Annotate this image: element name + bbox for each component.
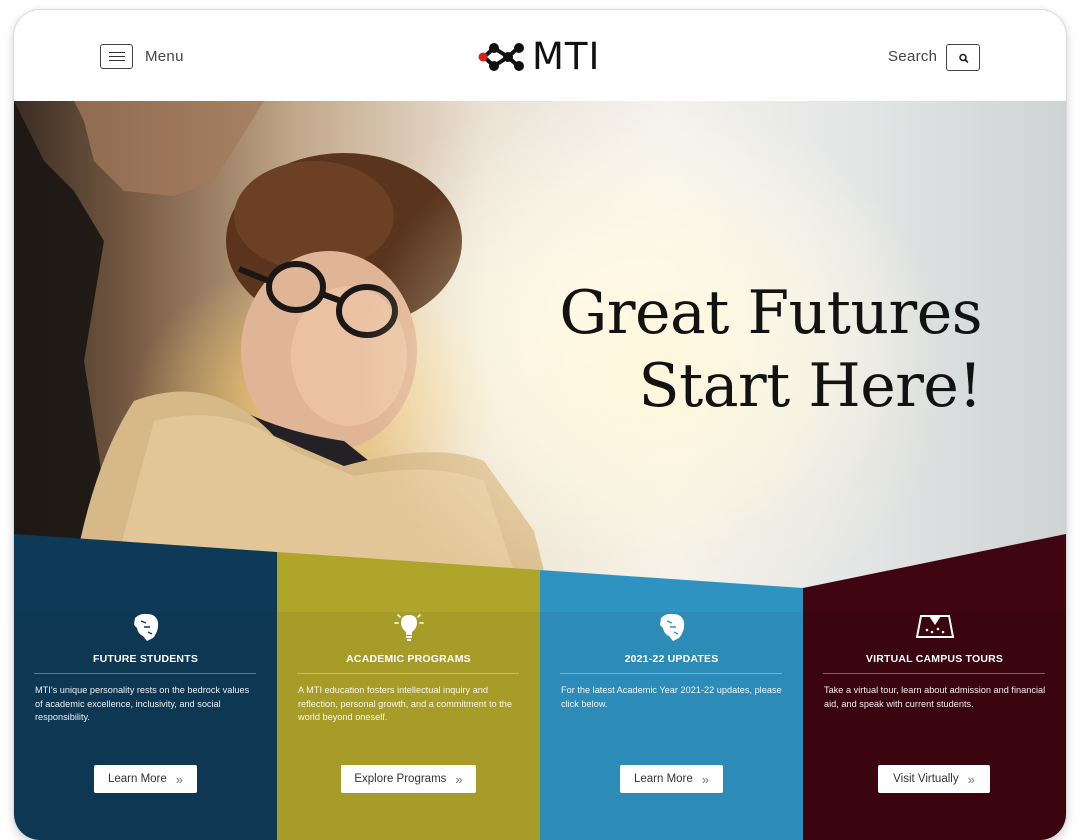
hamburger-line	[109, 56, 125, 57]
button-label: Learn More	[107, 773, 167, 785]
button-label: Learn More	[633, 773, 693, 785]
card-description: Take a virtual tour, learn about admissi…	[824, 685, 1046, 709]
page-frame: Menu MTI Search Great Futures Start Here…	[14, 10, 1066, 840]
learn-more-button[interactable]: Learn More »	[94, 765, 197, 793]
card-divider	[34, 673, 256, 674]
card-divider	[560, 673, 782, 674]
lion-head-icon	[659, 613, 684, 641]
card-divider	[297, 673, 519, 674]
lightbulb-icon	[393, 614, 424, 641]
button-label: Explore Programs	[354, 773, 447, 785]
double-chevron-right-icon: »	[701, 771, 710, 787]
card-title: ACADEMIC PROGRAMS	[346, 653, 471, 665]
card-divider	[823, 673, 1045, 674]
card-updates: 2021-22 UPDATES For the latest Academic …	[540, 530, 803, 840]
hero-title-line: Start Here!	[638, 351, 983, 421]
button-label: Visit Virtually	[893, 773, 959, 785]
card-title: FUTURE STUDENTS	[92, 653, 199, 665]
card-academic-programs: ACADEMIC PROGRAMS A MTI education foster…	[277, 530, 540, 840]
feature-cards: FUTURE STUDENTS MTI's unique personality…	[14, 530, 1066, 840]
card-title: VIRTUAL CAMPUS TOURS	[865, 653, 1004, 665]
site-header: Menu MTI Search	[14, 10, 1066, 101]
double-chevron-right-icon: »	[175, 771, 184, 787]
molecule-logo-icon	[478, 43, 524, 71]
explore-programs-button[interactable]: Explore Programs »	[341, 765, 476, 793]
card-description: For the latest Academic Year 2021-22 upd…	[561, 685, 782, 709]
search-icon	[959, 53, 969, 63]
menu-label[interactable]: Menu	[145, 48, 184, 65]
search-button[interactable]	[946, 44, 980, 71]
double-chevron-right-icon: »	[455, 771, 463, 787]
card-virtual-tours: VIRTUAL CAMPUS TOURS Take a virtual tour…	[803, 530, 1066, 840]
learn-more-button[interactable]: Learn More »	[620, 765, 723, 793]
hamburger-line	[109, 60, 125, 61]
site-logo[interactable]: MTI	[478, 38, 600, 76]
hero-title-line: Great Futures	[559, 278, 982, 348]
logo-text: MTI	[532, 35, 601, 78]
card-description: MTI's unique personality rests on the be…	[35, 685, 250, 722]
search-label[interactable]: Search	[888, 48, 937, 65]
hamburger-line	[109, 52, 125, 53]
hero-headline: Great Futures Start Here!	[559, 277, 982, 423]
card-description: A MTI education fosters intellectual inq…	[298, 685, 512, 722]
double-chevron-right-icon: »	[967, 771, 975, 787]
map-icon	[915, 615, 954, 638]
visit-virtually-button[interactable]: Visit Virtually »	[878, 765, 990, 793]
card-title: 2021-22 UPDATES	[624, 653, 719, 665]
lion-head-icon	[133, 613, 158, 641]
menu-toggle-button[interactable]	[100, 44, 133, 69]
card-future-students: FUTURE STUDENTS MTI's unique personality…	[14, 530, 277, 840]
